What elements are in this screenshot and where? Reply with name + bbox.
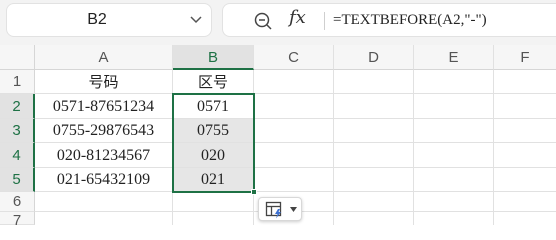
cell-a1[interactable]: 号码 <box>35 70 173 94</box>
column-header-d[interactable]: D <box>334 45 414 70</box>
chevron-down-icon[interactable] <box>189 15 203 25</box>
column-header-b[interactable]: B <box>173 45 254 70</box>
cell-e3[interactable] <box>414 119 494 143</box>
fx-icon[interactable]: fx <box>289 7 306 28</box>
name-box[interactable]: B2 <box>6 3 212 37</box>
row-header-1[interactable]: 1 <box>0 70 35 94</box>
column-header-e[interactable]: E <box>414 45 494 70</box>
zoom-icon[interactable] <box>253 11 273 31</box>
cell-e4[interactable] <box>414 143 494 168</box>
fill-handle[interactable] <box>251 189 257 195</box>
cell-a2[interactable]: 0571-87651234 <box>35 94 173 119</box>
row-header-4[interactable]: 4 <box>0 143 35 168</box>
cell-a6[interactable] <box>35 192 173 212</box>
cell-d7[interactable] <box>334 212 414 225</box>
row-header-3[interactable]: 3 <box>0 119 35 143</box>
cell-a3[interactable]: 0755-29876543 <box>35 119 173 143</box>
select-all-corner[interactable] <box>0 45 35 70</box>
cell-a5[interactable]: 021-65432109 <box>35 168 173 192</box>
cell-b3[interactable]: 0755 <box>173 119 254 143</box>
row-header-5[interactable]: 5 <box>0 168 35 192</box>
row-header-2[interactable]: 2 <box>0 94 35 119</box>
cell-a7[interactable] <box>35 212 173 225</box>
formula-input[interactable]: =TEXTBEFORE(A2,"-") <box>333 4 487 36</box>
cell-f1[interactable] <box>494 70 556 94</box>
cell-a4[interactable]: 020-81234567 <box>35 143 173 168</box>
cell-b7[interactable] <box>173 212 254 225</box>
cell-c4[interactable] <box>254 143 334 168</box>
row-header-6[interactable]: 6 <box>0 192 35 212</box>
cell-b4[interactable]: 020 <box>173 143 254 168</box>
cell-d2[interactable] <box>334 94 414 119</box>
cell-b2[interactable]: 0571 <box>173 94 254 119</box>
name-box-value: B2 <box>87 11 107 28</box>
cell-b5[interactable]: 021 <box>173 168 254 192</box>
cell-d3[interactable] <box>334 119 414 143</box>
column-header-f[interactable]: F <box>494 45 556 70</box>
cell-f7[interactable] <box>494 212 556 225</box>
cell-f6[interactable] <box>494 192 556 212</box>
cell-d6[interactable] <box>334 192 414 212</box>
quick-analysis-button[interactable] <box>258 197 302 221</box>
column-header-a[interactable]: A <box>35 45 173 70</box>
cell-e6[interactable] <box>414 192 494 212</box>
cell-c1[interactable] <box>254 70 334 94</box>
cell-e1[interactable] <box>414 70 494 94</box>
cell-d5[interactable] <box>334 168 414 192</box>
cell-b6[interactable] <box>173 192 254 212</box>
cell-c5[interactable] <box>254 168 334 192</box>
cell-e2[interactable] <box>414 94 494 119</box>
cell-d1[interactable] <box>334 70 414 94</box>
formula-bar-area: B2 fx =TEXTBEFORE(A2,"-") <box>0 0 556 45</box>
cell-c2[interactable] <box>254 94 334 119</box>
row-header-7[interactable]: 7 <box>0 212 35 229</box>
cell-e7[interactable] <box>414 212 494 225</box>
formula-box: fx =TEXTBEFORE(A2,"-") <box>222 3 556 37</box>
cell-c3[interactable] <box>254 119 334 143</box>
cell-b1[interactable]: 区号 <box>173 70 254 94</box>
table-lightning-icon <box>265 201 282 219</box>
cell-f4[interactable] <box>494 143 556 168</box>
cell-f3[interactable] <box>494 119 556 143</box>
chevron-down-icon <box>290 207 297 212</box>
cell-f2[interactable] <box>494 94 556 119</box>
column-header-c[interactable]: C <box>254 45 334 70</box>
cell-d4[interactable] <box>334 143 414 168</box>
formula-separator <box>324 12 325 30</box>
cell-f5[interactable] <box>494 168 556 192</box>
cell-e5[interactable] <box>414 168 494 192</box>
